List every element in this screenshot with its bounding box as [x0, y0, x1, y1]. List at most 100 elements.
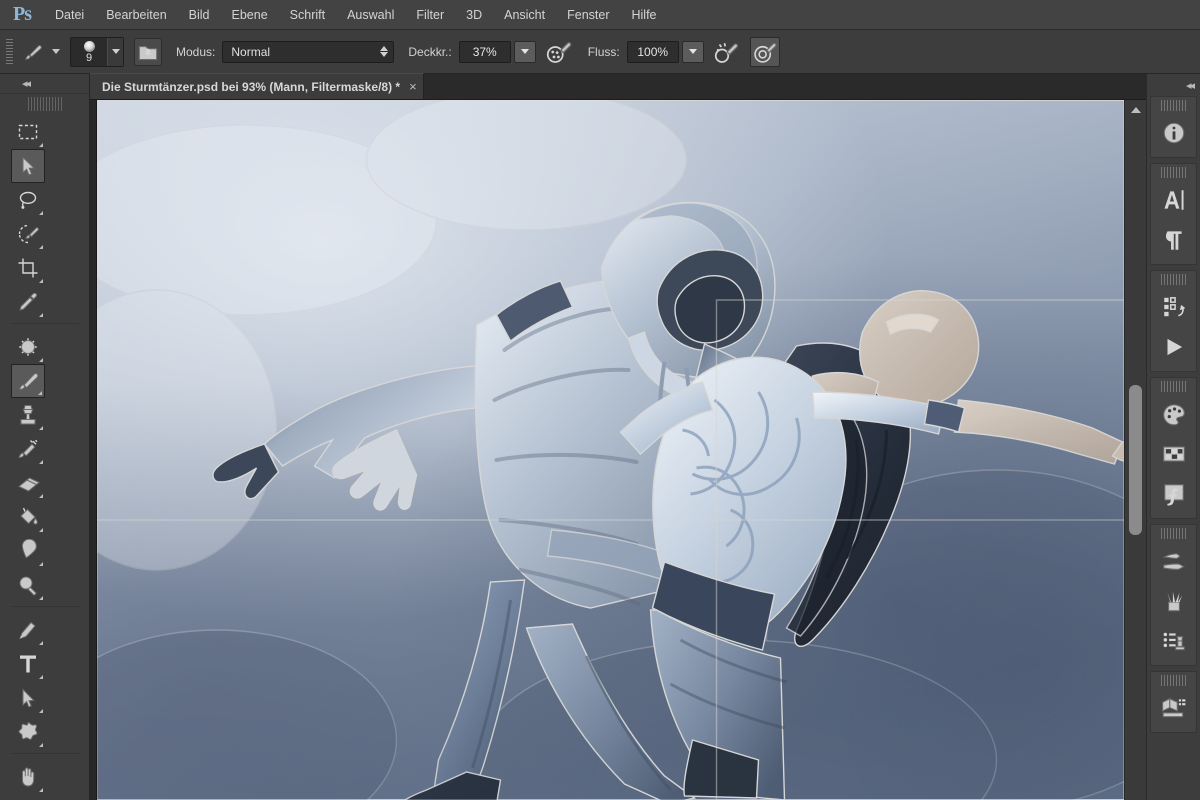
tool-eraser[interactable] — [11, 466, 45, 500]
panel-group-grip[interactable] — [1160, 381, 1187, 392]
panel-group-grip[interactable] — [1160, 528, 1187, 539]
tools-divider — [10, 753, 79, 754]
tool-lasso[interactable] — [11, 183, 45, 217]
opacity-input[interactable]: 37% — [458, 40, 511, 63]
brush-size-chevron-down-icon[interactable] — [107, 37, 123, 66]
paragraph-panel-icon[interactable] — [1152, 220, 1196, 260]
color-group — [1150, 377, 1197, 519]
menu-item-hilfe[interactable]: Hilfe — [621, 0, 668, 30]
close-icon[interactable]: × — [409, 80, 417, 93]
tool-paint-bucket[interactable] — [11, 500, 45, 534]
history-panel-icon[interactable] — [1152, 287, 1196, 327]
brush-size-picker[interactable]: 9 — [70, 36, 124, 67]
tools-grid-group-2 — [0, 328, 89, 602]
flyout-corner-icon — [39, 528, 43, 532]
tool-spot-healing-brush[interactable] — [11, 330, 45, 364]
opacity-pressure-icon[interactable] — [544, 37, 574, 67]
tablet-pressure-size-icon[interactable] — [749, 36, 780, 67]
brush-preset-chevron-down-icon[interactable] — [52, 49, 60, 54]
tool-eyedropper[interactable] — [11, 285, 45, 319]
blend-mode-select[interactable]: Normal — [222, 40, 395, 63]
tools-collapse-button[interactable]: ◂◂ — [0, 74, 89, 94]
tools-panel: ◂◂ — [0, 74, 90, 800]
mode-label: Modus: — [176, 44, 216, 59]
flyout-corner-icon — [39, 313, 43, 317]
character-panel-icon[interactable] — [1152, 180, 1196, 220]
flyout-corner-icon — [39, 709, 43, 713]
toggle-brush-panel-button[interactable] — [134, 37, 162, 66]
panel-group-grip[interactable] — [1160, 274, 1187, 285]
scroll-up-arrow-icon[interactable] — [1125, 100, 1146, 120]
tool-path-selection[interactable] — [11, 681, 45, 715]
canvas-vertical-scrollbar[interactable] — [1124, 100, 1146, 800]
info-panel-icon[interactable] — [1152, 113, 1196, 153]
artwork-viewport[interactable] — [96, 100, 1124, 800]
actions-panel-icon[interactable] — [1152, 327, 1196, 367]
tool-crop[interactable] — [11, 251, 45, 285]
panel-group-grip[interactable] — [1160, 675, 1187, 686]
flow-input[interactable]: 100% — [626, 40, 679, 63]
clone-source-panel-icon[interactable] — [1152, 621, 1196, 661]
flyout-corner-icon — [39, 562, 43, 566]
flyout-corner-icon — [39, 358, 43, 362]
tool-dodge[interactable] — [11, 568, 45, 602]
chevron-updown-icon — [380, 46, 389, 57]
brush-panel-icon[interactable] — [1152, 581, 1196, 621]
menu-item-bearbeiten[interactable]: Bearbeiten — [95, 0, 177, 30]
swatches-panel-icon[interactable] — [1152, 434, 1196, 474]
tool-zoom[interactable] — [11, 794, 45, 800]
scrollbar-track[interactable] — [1125, 120, 1146, 800]
photoshop-logo: Ps — [13, 3, 32, 25]
tool-blur[interactable] — [11, 534, 45, 568]
document-tab[interactable]: Die Sturmtänzer.psd bei 93% (Mann, Filte… — [90, 73, 424, 99]
styles-panel-icon[interactable] — [1152, 474, 1196, 514]
panel-group-grip[interactable] — [1160, 167, 1187, 178]
brush-presets-panel-icon[interactable] — [1152, 541, 1196, 581]
menu-item-ebene[interactable]: Ebene — [221, 0, 279, 30]
tool-type[interactable] — [11, 647, 45, 681]
menu-item-3d[interactable]: 3D — [455, 0, 493, 30]
tools-panel-grip[interactable] — [27, 97, 62, 111]
tool-quick-selection[interactable] — [11, 217, 45, 251]
artwork-image[interactable] — [97, 100, 1124, 800]
opacity-label: Deckkr.: — [408, 44, 452, 59]
menu-item-auswahl[interactable]: Auswahl — [336, 0, 405, 30]
tool-move[interactable] — [11, 149, 45, 183]
dock-collapse-button[interactable]: ◂◂ — [1147, 74, 1200, 96]
airbrush-icon[interactable] — [712, 37, 742, 67]
brush-tool-icon[interactable] — [20, 39, 46, 65]
scrollbar-thumb[interactable] — [1129, 385, 1142, 535]
tool-rectangular-marquee[interactable] — [11, 115, 45, 149]
flow-label: Fluss: — [587, 44, 620, 59]
menu-item-filter[interactable]: Filter — [405, 0, 455, 30]
tool-brush[interactable] — [11, 364, 45, 398]
tools-grid-group-3 — [0, 611, 89, 749]
flyout-corner-icon — [39, 743, 43, 747]
menu-item-bild[interactable]: Bild — [178, 0, 221, 30]
opacity-chevron-down-icon[interactable] — [513, 40, 536, 63]
options-bar-grip[interactable] — [6, 38, 13, 65]
menu-item-schrift[interactable]: Schrift — [279, 0, 336, 30]
panel-dock: ◂◂ — [1146, 74, 1200, 800]
blend-mode-value: Normal — [231, 44, 271, 59]
menu-bar: Ps Datei Bearbeiten Bild Ebene Schrift Auswah… — [0, 0, 1200, 30]
flyout-corner-icon — [39, 245, 43, 249]
brush-size-preview: 9 — [71, 38, 107, 66]
document-tab-title: Die Sturmtänzer.psd bei 93% (Mann, Filte… — [102, 79, 401, 94]
tool-pen[interactable] — [11, 613, 45, 647]
tool-hand[interactable] — [11, 760, 45, 794]
tool-history-brush[interactable] — [11, 432, 45, 466]
tool-custom-shape[interactable] — [11, 715, 45, 749]
color-panel-icon[interactable] — [1152, 394, 1196, 434]
tool-clone-stamp[interactable] — [11, 398, 45, 432]
flow-chevron-down-icon[interactable] — [681, 40, 704, 63]
menu-item-fenster[interactable]: Fenster — [556, 0, 620, 30]
flyout-corner-icon — [39, 641, 43, 645]
menu-item-datei[interactable]: Datei — [44, 0, 95, 30]
menu-item-ansicht[interactable]: Ansicht — [493, 0, 556, 30]
flyout-corner-icon — [39, 460, 43, 464]
threed-panel-icon[interactable] — [1152, 688, 1196, 728]
panel-group-grip[interactable] — [1160, 100, 1187, 111]
options-bar: 9 Modus: Normal Deckkr.: 37% Fluss: 100% — [0, 30, 1200, 74]
threed-group — [1150, 671, 1197, 733]
